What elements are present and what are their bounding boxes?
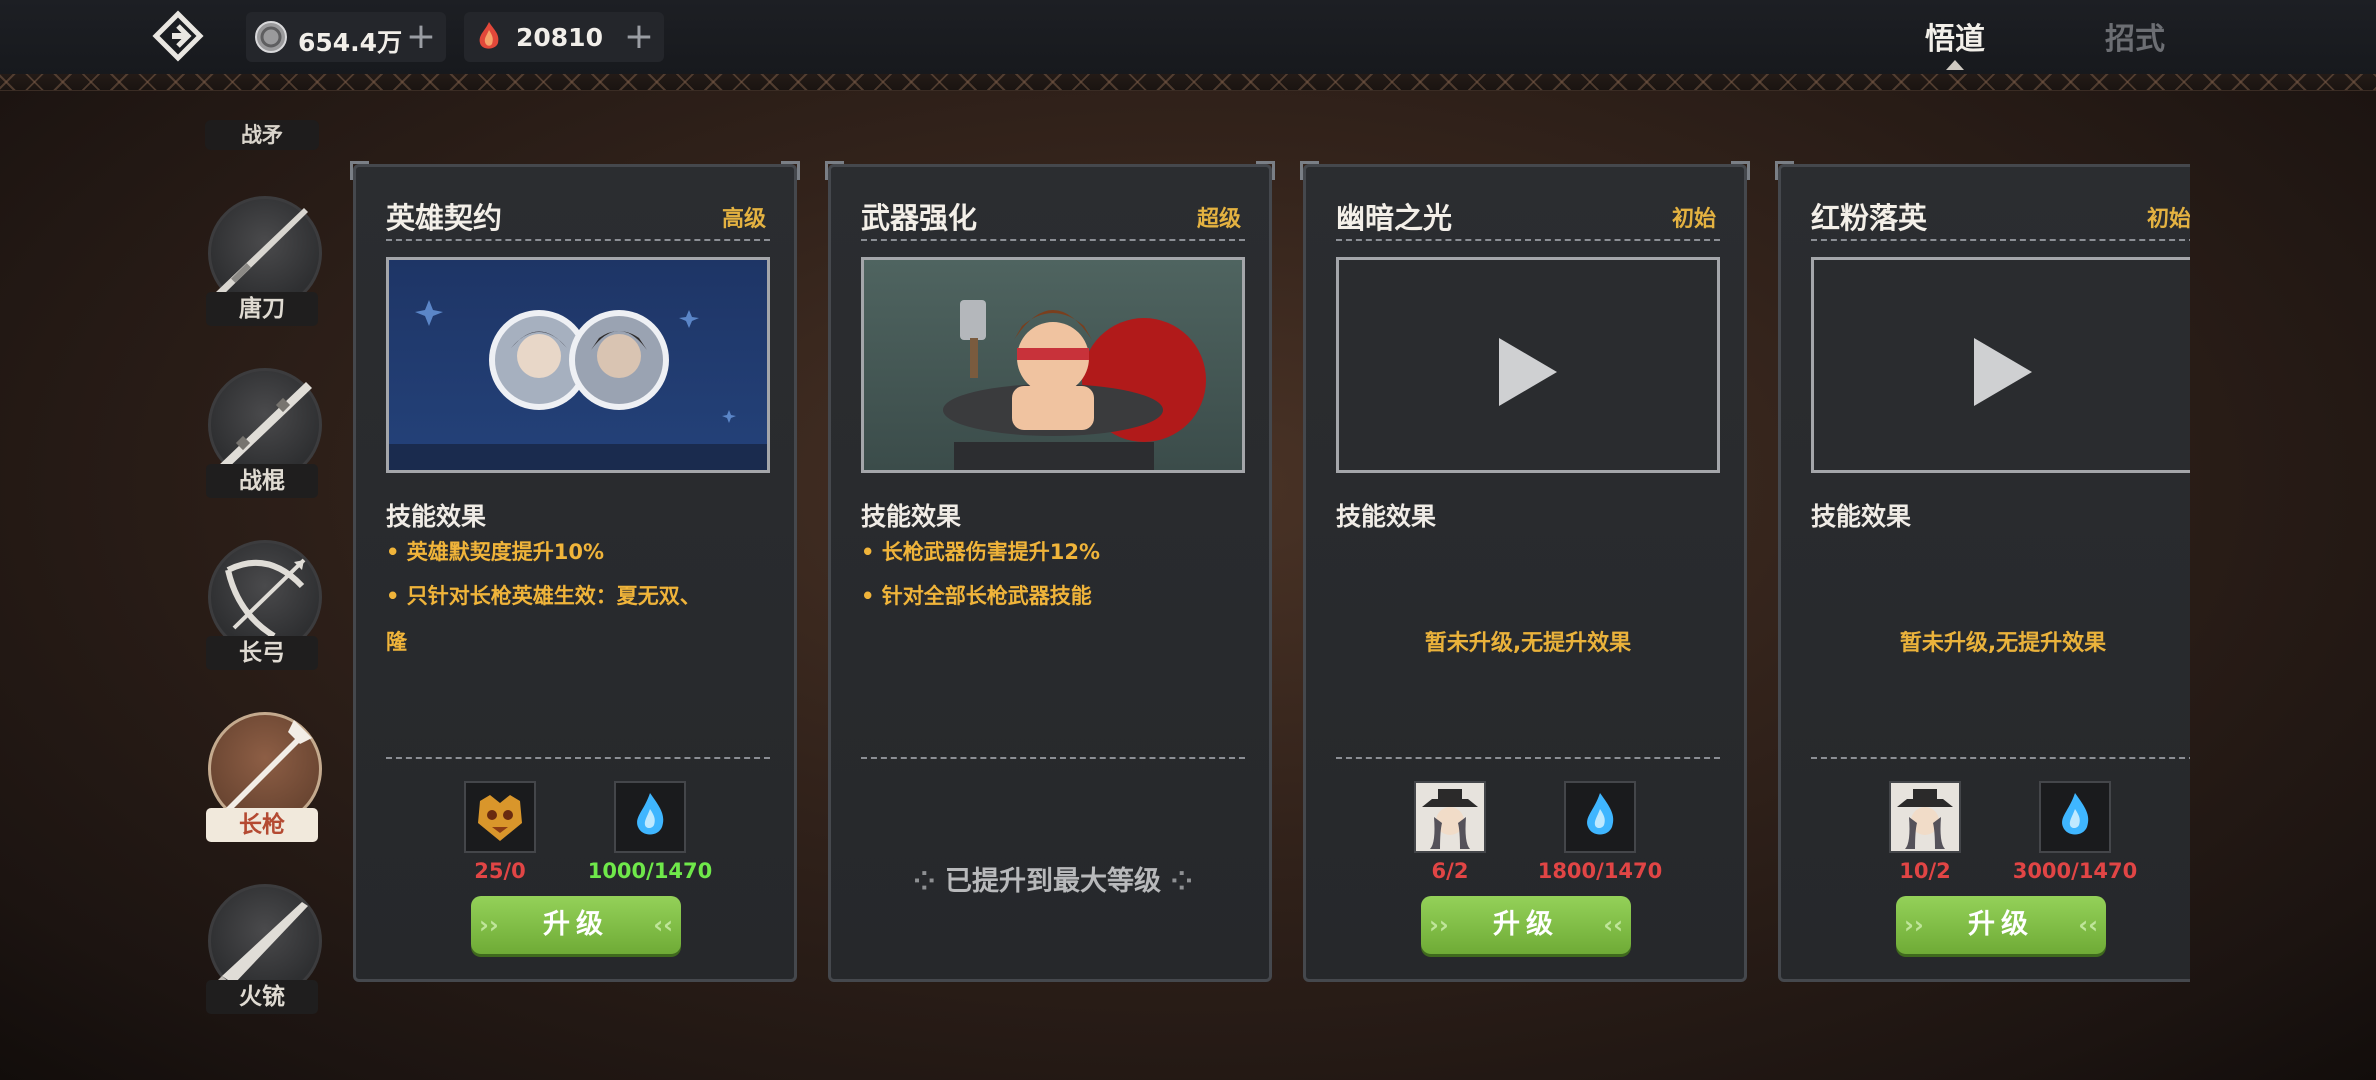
weapon-item-tangdao[interactable]: 唐刀 — [198, 196, 326, 352]
no-effect-notice: 暂未升级,无提升效果 — [1424, 631, 1632, 656]
blue-flame-icon — [2062, 793, 2089, 835]
cost-item-slot[interactable] — [1889, 781, 1961, 853]
upgrade-button[interactable]: ›› 升级 ‹‹ — [1896, 896, 2106, 954]
weapon-label: 战棍 — [206, 464, 318, 498]
red-crystal-icon — [479, 22, 499, 49]
upgrade-button[interactable]: ›› 升级 ‹‹ — [1421, 896, 1631, 954]
hero-portrait-icon — [1891, 783, 1959, 851]
add-coins-button[interactable]: + — [406, 16, 436, 57]
upgrade-label: 升级 — [543, 909, 609, 940]
weapon-label: 长弓 — [206, 636, 318, 670]
upgrade-label: 升级 — [1493, 909, 1559, 940]
skill-card-dark-light: 幽暗之光 初始 技能效果 暂未升级,无提升效果 6/2 1800/1470 ››… — [1300, 161, 1750, 982]
weapon-item-zhangun[interactable]: 战棍 — [198, 368, 326, 524]
weapon-label: 火铳 — [206, 980, 318, 1014]
skill-effect-line: • 英雄默契度提升10% — [386, 540, 604, 564]
decorative-border — [0, 74, 2376, 91]
coin-balance: 654.4万 + — [246, 12, 446, 62]
coin-value: 654.4万 — [298, 28, 403, 57]
skill-effect-heading: 技能效果 — [861, 502, 962, 531]
skill-effect-line: • 针对全部长枪武器技能 — [861, 584, 1092, 608]
chevron-right-icon: ›› — [479, 911, 499, 939]
tab-wudao[interactable]: 悟道 — [1925, 14, 1985, 58]
blue-flame-icon — [1587, 793, 1614, 835]
skill-tier-badge: 高级 — [721, 207, 766, 232]
no-effect-notice: 暂未升级,无提升效果 — [1899, 631, 2107, 656]
chevron-right-icon: ›› — [1429, 911, 1449, 939]
skill-tier-badge: 初始 — [1671, 207, 1716, 232]
cost-value: 3000/1470 — [2012, 859, 2138, 883]
skill-title: 英雄契约 — [386, 201, 503, 235]
blacksmith-illustration — [943, 300, 1206, 470]
skill-preview-video[interactable] — [1811, 257, 2190, 473]
skill-card-weapon-enhance: 武器强化 超级 技能效果 • 长枪武器伤害提升12% • 针对全部长枪武器技能 … — [825, 161, 1275, 982]
chevron-left-icon: ‹‹ — [653, 911, 673, 939]
chevron-left-icon: ‹‹ — [2078, 911, 2098, 939]
weapon-item-huochong[interactable]: 火铳 — [198, 884, 326, 1040]
active-tab-indicator — [1946, 60, 1964, 70]
hero-portraits-illustration — [389, 300, 767, 470]
skill-preview-image[interactable] — [861, 257, 1245, 473]
max-level-notice: ⁘ 已提升到最大等级 ⁘ — [912, 866, 1194, 897]
weapon-label: 长枪 — [206, 808, 318, 842]
weapon-category-label: 战矛 — [205, 120, 319, 150]
blue-flame-icon — [637, 793, 664, 835]
upgrade-button[interactable]: ›› 升级 ‹‹ — [471, 896, 681, 954]
skill-tier-badge: 超级 — [1196, 207, 1241, 232]
cost-value: 1800/1470 — [1537, 859, 1663, 883]
skill-preview-video[interactable] — [1336, 257, 1720, 473]
skill-effect-line: • 只针对长枪英雄生效：夏无双、 — [386, 584, 701, 608]
skill-effect-heading: 技能效果 — [386, 502, 487, 531]
skill-card-hero-pact: 英雄契约 高级 技能效果 • 英雄默契度提升10% • 只针对长枪英雄生效：夏无… — [350, 161, 800, 982]
weapon-item-changgong[interactable]: 长弓 — [198, 540, 326, 696]
cost-item-slot[interactable] — [1414, 781, 1486, 853]
skill-card-list[interactable]: 英雄契约 高级 技能效果 • 英雄默契度提升10% • 只针对长枪英雄生效：夏无… — [350, 160, 2190, 990]
chevron-left-icon: ‹‹ — [1603, 911, 1623, 939]
tab-zhaoshi[interactable]: 招式 — [2105, 14, 2165, 58]
cost-item-slot[interactable] — [614, 781, 686, 853]
upgrade-label: 升级 — [1968, 909, 2034, 940]
add-gems-button[interactable]: + — [624, 16, 654, 57]
skill-preview-image[interactable] — [386, 257, 770, 473]
cost-item-slot[interactable] — [2039, 781, 2111, 853]
gem-balance: 20810 + — [464, 12, 664, 62]
weapon-item-changqiang[interactable]: 长枪 — [198, 712, 326, 868]
skill-effect-heading: 技能效果 — [1811, 502, 1912, 531]
cost-item-slot[interactable] — [1564, 781, 1636, 853]
skill-title: 幽暗之光 — [1336, 201, 1453, 235]
skill-effect-line: 隆 — [386, 630, 407, 654]
hero-portrait-icon — [1416, 783, 1484, 851]
skill-tier-badge: 初始 — [2146, 207, 2190, 232]
skill-card-falling-petals: 红粉落英 初始 技能效果 暂未升级,无提升效果 10/2 3000/1470 ›… — [1775, 161, 2190, 982]
golden-mask-icon — [478, 795, 522, 841]
skill-title: 红粉落英 — [1811, 201, 1928, 235]
skill-title: 武器强化 — [861, 201, 978, 235]
cost-item-slot[interactable] — [464, 781, 536, 853]
skill-effect-line: • 长枪武器伤害提升12% — [861, 540, 1100, 564]
weapon-label: 唐刀 — [206, 292, 318, 326]
play-icon[interactable] — [1499, 338, 1557, 406]
top-bar: 654.4万 + 20810 + 悟道 招式 — [0, 0, 2376, 74]
chevron-right-icon: ›› — [1904, 911, 1924, 939]
skill-effect-heading: 技能效果 — [1336, 502, 1437, 531]
silver-coin-icon — [255, 21, 287, 53]
menu-logo-icon[interactable] — [150, 10, 206, 66]
gem-value: 20810 — [516, 23, 603, 52]
cost-value: 1000/1470 — [587, 859, 713, 883]
play-icon[interactable] — [1974, 338, 2032, 406]
